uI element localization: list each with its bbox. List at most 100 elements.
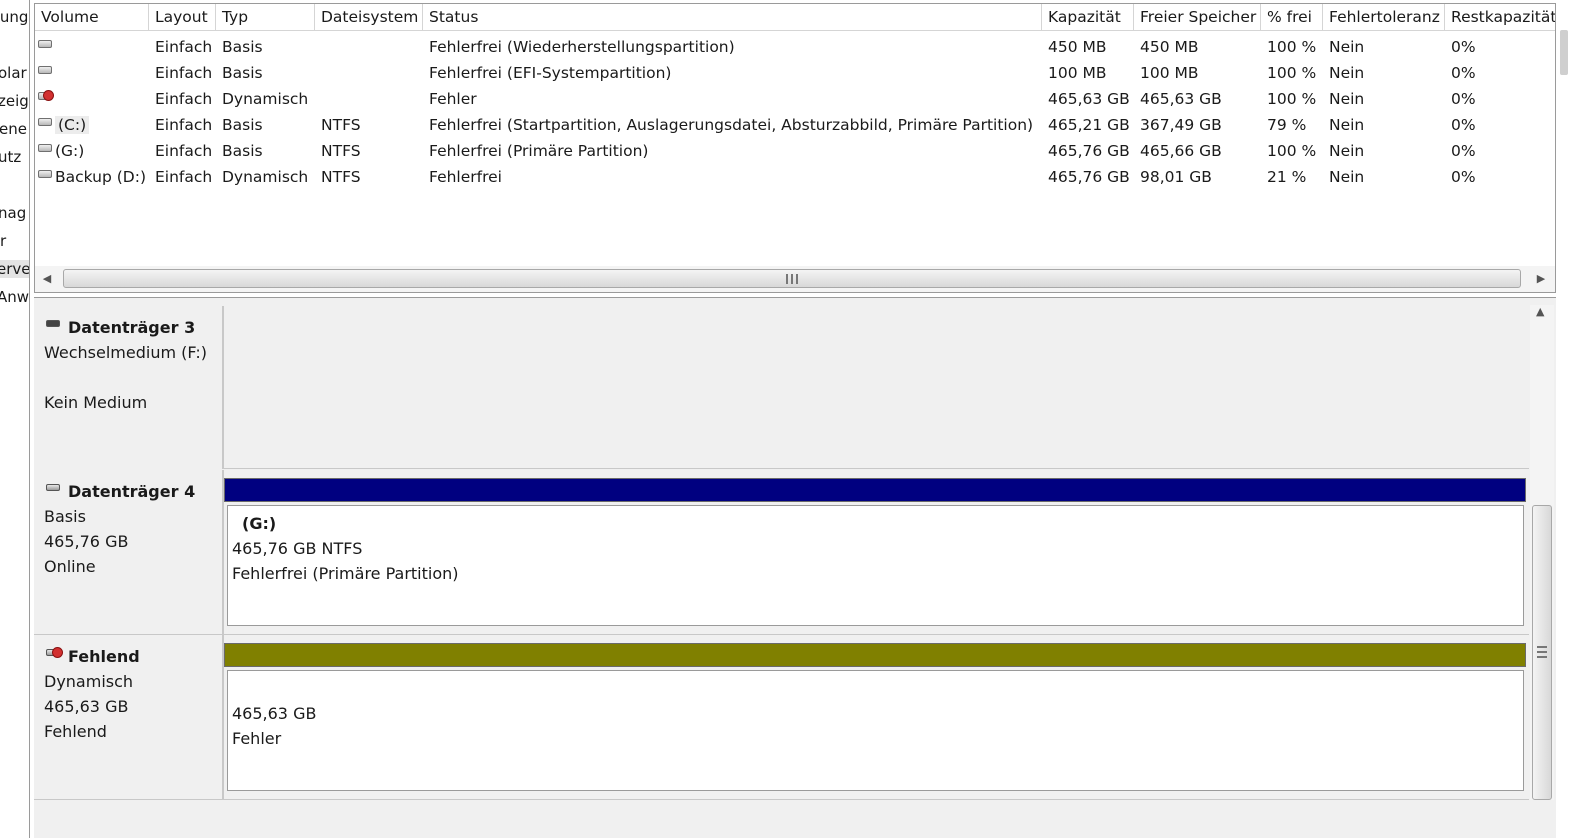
free-space-cell: 98,01 GB — [1140, 168, 1212, 186]
disk-info-line: Dynamisch — [44, 672, 134, 691]
free-space-cell: 465,66 GB — [1140, 142, 1222, 160]
scroll-up-icon[interactable]: ▲ — [1536, 305, 1544, 318]
table-row[interactable]: (G:) Einfach Basis NTFS Fehlerfrei (Prim… — [35, 138, 1555, 164]
partition-info-line: Fehler — [232, 729, 282, 748]
column-header-status[interactable]: Status — [423, 4, 1042, 31]
nav-item[interactable]: ene — [0, 120, 27, 138]
status-cell: Fehlerfrei — [429, 168, 502, 186]
layout-cell: Einfach — [155, 142, 213, 160]
disk-info[interactable]: Fehlend Dynamisch 465,63 GB Fehlend — [34, 635, 224, 799]
status-cell: Fehlerfrei (EFI-Systempartition) — [429, 64, 672, 82]
status-cell: Fehlerfrei (Startpartition, Auslagerungs… — [429, 116, 1034, 134]
capacity-cell: 465,21 GB — [1048, 116, 1130, 134]
overhead-cell: 0% — [1451, 142, 1476, 160]
free-space-cell: 367,49 GB — [1140, 116, 1222, 134]
partition-info-line: Fehlerfrei (Primäre Partition) — [232, 564, 459, 583]
capacity-cell: 465,63 GB — [1048, 90, 1130, 108]
volume-icon — [38, 66, 52, 74]
table-row[interactable]: Einfach Basis Fehlerfrei (Wiederherstell… — [35, 34, 1555, 60]
column-header-overhead[interactable]: Restkapazität — [1445, 4, 1555, 31]
column-header-percent-free[interactable]: % frei — [1261, 4, 1323, 31]
removable-disk-icon — [46, 320, 60, 327]
disk-vertical-scrollbar[interactable]: ▲ — [1530, 305, 1554, 800]
filesystem-cell — [315, 60, 423, 86]
percent-free-cell: 100 % — [1267, 142, 1317, 160]
volume-cell — [35, 34, 149, 60]
status-cell: Fehlerfrei (Wiederherstellungspartition) — [429, 38, 735, 56]
partition-area: (G:) 465,76 GB NTFS Fehlerfrei (Primäre … — [224, 478, 1526, 628]
nav-item[interactable]: Anw — [0, 288, 29, 306]
type-cell: Dynamisch — [222, 168, 309, 186]
disk-info-line: Online — [44, 557, 96, 576]
status-cell: Fehlerfrei (Primäre Partition) — [429, 142, 649, 160]
column-header-fault-tolerance[interactable]: Fehlertoleranz — [1323, 4, 1445, 31]
column-header-capacity[interactable]: Kapazität — [1042, 4, 1134, 31]
scrollbar-thumb[interactable] — [1532, 505, 1552, 800]
layout-cell: Einfach — [155, 168, 213, 186]
disk-info[interactable]: Datenträger 3 Wechselmedium (F:) Kein Me… — [34, 306, 224, 469]
table-row[interactable]: Einfach Dynamisch Fehler 465,63 GB 465,6… — [35, 86, 1555, 112]
scroll-right-icon[interactable]: ▶ — [1535, 272, 1547, 286]
partition-missing[interactable]: 465,63 GB Fehler — [227, 670, 1524, 791]
filesystem-cell — [315, 34, 423, 60]
volume-cell: Backup (D:) — [35, 164, 149, 190]
nav-item[interactable]: nag — [0, 204, 26, 222]
disk-row-missing[interactable]: Fehlend Dynamisch 465,63 GB Fehlend 465,… — [34, 635, 1529, 800]
partition-name — [242, 677, 1523, 701]
column-header-filesystem[interactable]: Dateisystem — [315, 4, 423, 31]
disk-row-3[interactable]: Datenträger 3 Wechselmedium (F:) Kein Me… — [34, 306, 1529, 469]
nav-item[interactable]: utz — [0, 148, 21, 166]
volume-cell: (C:) — [35, 112, 149, 138]
disk-title: Fehlend — [68, 647, 140, 666]
disk-info-line: 465,63 GB — [44, 697, 129, 716]
partition-color-bar — [224, 478, 1526, 502]
overhead-cell: 0% — [1451, 168, 1476, 186]
percent-free-cell: 21 % — [1267, 168, 1307, 186]
percent-free-cell: 100 % — [1267, 90, 1317, 108]
table-row[interactable]: Einfach Basis Fehlerfrei (EFI-Systempart… — [35, 60, 1555, 86]
percent-free-cell: 100 % — [1267, 64, 1317, 82]
column-header-volume[interactable]: Volume — [35, 4, 149, 31]
nav-item[interactable]: r — [0, 232, 6, 250]
nav-item[interactable]: zeig — [0, 92, 29, 110]
disk-row-4[interactable]: Datenträger 4 Basis 465,76 GB Online (G:… — [34, 470, 1529, 635]
horizontal-scrollbar[interactable]: ◀ ▶ — [35, 266, 1555, 292]
volume-icon — [38, 144, 52, 152]
overhead-cell: 0% — [1451, 116, 1476, 134]
fault-tolerance-cell: Nein — [1329, 38, 1365, 56]
scrollbar-thumb[interactable] — [63, 269, 1521, 288]
table-row[interactable]: Backup (D:) Einfach Dynamisch NTFS Fehle… — [35, 164, 1555, 190]
percent-free-cell: 79 % — [1267, 116, 1307, 134]
column-header-layout[interactable]: Layout — [149, 4, 216, 31]
capacity-cell: 450 MB — [1048, 38, 1107, 56]
capacity-cell: 465,76 GB — [1048, 168, 1130, 186]
partition-color-bar — [224, 643, 1526, 667]
disk-error-icon — [46, 647, 63, 658]
nav-item[interactable]: tung — [0, 8, 28, 26]
volume-list: Volume Layout Typ Dateisystem Status Kap… — [34, 3, 1556, 293]
fault-tolerance-cell: Nein — [1329, 168, 1365, 186]
disk-info-line: Fehlend — [44, 722, 107, 741]
fault-tolerance-cell: Nein — [1329, 90, 1365, 108]
partition-g[interactable]: (G:) 465,76 GB NTFS Fehlerfrei (Primäre … — [227, 505, 1524, 626]
nav-item[interactable]: olar — [0, 64, 27, 82]
table-row[interactable]: (C:) Einfach Basis NTFS Fehlerfrei (Star… — [35, 112, 1555, 138]
vertical-scrollbar-thumb[interactable] — [1560, 30, 1568, 75]
disk-info-line: 465,76 GB — [44, 532, 129, 551]
scroll-left-icon[interactable]: ◀ — [41, 272, 53, 286]
disk-title: Datenträger 4 — [68, 482, 196, 501]
disk-info-line: Wechselmedium (F:) — [44, 343, 207, 362]
column-header-free-space[interactable]: Freier Speicher — [1134, 4, 1261, 31]
overhead-cell: 0% — [1451, 38, 1476, 56]
layout-cell: Einfach — [155, 116, 213, 134]
disk-graphical-view: Datenträger 3 Wechselmedium (F:) Kein Me… — [34, 297, 1556, 838]
disk-info[interactable]: Datenträger 4 Basis 465,76 GB Online — [34, 470, 224, 634]
partition-area: 465,63 GB Fehler — [224, 643, 1526, 793]
grip-icon — [786, 274, 798, 284]
column-header-type[interactable]: Typ — [216, 4, 315, 31]
layout-cell: Einfach — [155, 38, 213, 56]
filesystem-cell — [315, 86, 423, 112]
nav-item-selected[interactable]: erve — [0, 260, 29, 278]
volume-cell — [35, 60, 149, 86]
disk-info-line: Kein Medium — [44, 393, 148, 412]
